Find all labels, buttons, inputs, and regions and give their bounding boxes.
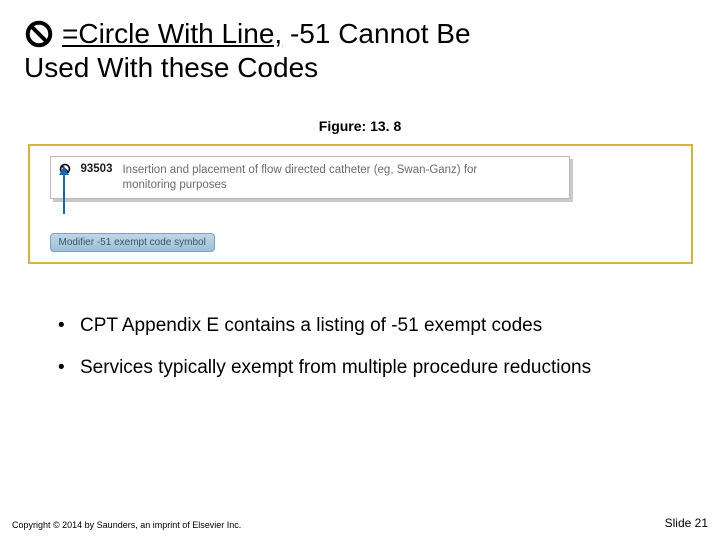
code-number: 93503	[81, 163, 113, 175]
modifier-pill: Modifier -51 exempt code symbol	[50, 233, 215, 252]
bullet-list: CPT Appendix E contains a listing of -51…	[24, 314, 696, 380]
code-entry: 93503 Insertion and placement of flow di…	[50, 156, 570, 199]
arrow-icon	[63, 174, 65, 214]
code-description: Insertion and placement of flow directed…	[122, 163, 502, 192]
title-rest1: -51 Cannot Be	[282, 18, 470, 49]
slide-title-line2: Used With these Codes	[24, 52, 696, 84]
bullet-item: Services typically exempt from multiple …	[58, 356, 676, 380]
no-symbol-icon	[24, 19, 54, 49]
bullet-item: CPT Appendix E contains a listing of -51…	[58, 314, 676, 338]
figure-box: 93503 Insertion and placement of flow di…	[28, 144, 693, 264]
slide-title-line1: =Circle With Line, -51 Cannot Be	[24, 18, 696, 50]
title-underlined: =Circle With Line,	[62, 18, 282, 49]
copyright-text: Copyright © 2014 by Saunders, an imprint…	[12, 520, 241, 530]
slide-number: Slide 21	[665, 516, 708, 530]
figure-label: Figure: 13. 8	[24, 118, 696, 134]
